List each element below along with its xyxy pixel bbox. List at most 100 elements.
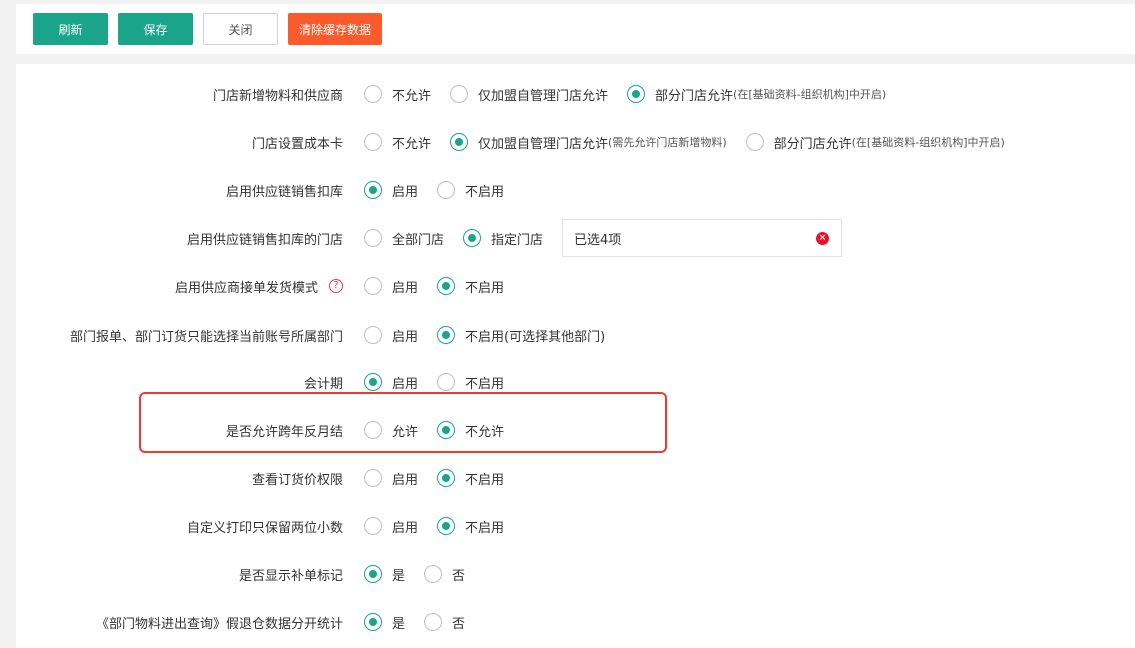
radio-unchecked-icon[interactable]: [450, 85, 469, 103]
radio-unchecked-icon[interactable]: [364, 469, 382, 487]
radio-group: 不允许 仅加盟自管理门店允许 部分门店允许 (在[基础资料-组织机构]中开启): [364, 85, 905, 104]
radio-option[interactable]: 允许: [364, 421, 418, 440]
radio-option[interactable]: 不启用: [437, 181, 504, 200]
radio-checked-icon[interactable]: [364, 613, 382, 631]
radio-option[interactable]: 启用: [364, 517, 418, 536]
setting-row: 门店新增物料和供应商 不允许 仅加盟自管理门店允许 部分门店允许 (在[基础资料-组织机…: [16, 70, 1135, 118]
clear-cache-button[interactable]: 清除缓存数据: [288, 13, 382, 45]
setting-row: 《部门物料进出查询》假退仓数据分开统计 是 否: [16, 598, 1135, 646]
radio-option[interactable]: 是: [364, 613, 405, 632]
radio-option[interactable]: 全部门店: [364, 229, 444, 248]
radio-option[interactable]: 不允许: [364, 85, 431, 104]
setting-label: 门店设置成本卡: [16, 133, 343, 152]
radio-unchecked-icon[interactable]: [364, 421, 382, 439]
radio-option[interactable]: 不启用: [437, 277, 504, 296]
radio-option-label: 部分门店允许: [655, 88, 734, 104]
radio-option-note: (在[基础资料-组织机构]中开启): [733, 88, 887, 101]
radio-group: 全部门店 指定门店 已选4项 ×: [364, 219, 843, 257]
radio-checked-icon[interactable]: [437, 517, 456, 535]
close-button[interactable]: 关闭: [203, 13, 278, 45]
radio-option-label: 否: [452, 568, 466, 584]
radio-unchecked-icon[interactable]: [424, 565, 443, 583]
help-question-icon[interactable]: ?: [329, 279, 343, 293]
radio-checked-icon[interactable]: [437, 326, 456, 344]
setting-label-text: 启用供应商接单发货模式: [174, 280, 318, 296]
radio-checked-icon[interactable]: [437, 421, 456, 439]
radio-option-label: 指定门店: [491, 232, 544, 248]
radio-checked-icon[interactable]: [437, 277, 456, 295]
radio-group: 启用 不启用: [364, 373, 523, 392]
setting-row: 自定义打印只保留两位小数 启用 不启用: [16, 502, 1135, 550]
radio-option[interactable]: 启用: [364, 469, 418, 488]
radio-option[interactable]: 是: [364, 565, 405, 584]
store-select-field[interactable]: 已选4项 ×: [562, 219, 843, 257]
radio-option[interactable]: 启用: [364, 373, 418, 392]
radio-option-label: 不允许: [392, 136, 432, 152]
setting-row: 部门报单、部门订货只能选择当前账号所属部门 启用 不启用(可选择其他部门): [16, 311, 1135, 359]
radio-option-label: 是: [392, 568, 406, 584]
radio-checked-icon[interactable]: [627, 85, 646, 103]
radio-unchecked-icon[interactable]: [364, 229, 382, 247]
radio-unchecked-icon[interactable]: [437, 181, 456, 199]
setting-label: 《部门物料进出查询》假退仓数据分开统计: [16, 613, 343, 632]
radio-unchecked-icon[interactable]: [437, 373, 456, 391]
radio-checked-icon[interactable]: [463, 229, 482, 247]
radio-unchecked-icon[interactable]: [364, 277, 382, 295]
setting-label-text: 自定义打印只保留两位小数: [186, 520, 343, 536]
radio-option[interactable]: 否: [424, 565, 465, 584]
radio-unchecked-icon[interactable]: [364, 517, 382, 535]
setting-label-text: 启用供应链销售扣库: [225, 184, 343, 200]
radio-unchecked-icon[interactable]: [364, 326, 382, 344]
radio-group: 启用 不启用: [364, 517, 523, 536]
radio-option[interactable]: 指定门店: [463, 229, 543, 248]
setting-row: 启用供应链销售扣库的门店 全部门店 指定门店 已选4项 ×: [16, 214, 1135, 262]
radio-group: 是否: [364, 565, 484, 584]
radio-option-label: 全部门店: [392, 232, 445, 248]
radio-checked-icon[interactable]: [450, 133, 469, 151]
radio-checked-icon[interactable]: [437, 469, 456, 487]
radio-option-label: 启用: [392, 472, 419, 488]
radio-option[interactable]: 不启用: [437, 469, 504, 488]
radio-unchecked-icon[interactable]: [364, 85, 382, 103]
radio-option[interactable]: 启用: [364, 181, 418, 200]
radio-option[interactable]: 仅加盟自管理门店允许: [450, 85, 608, 104]
setting-label-text: 是否显示补单标记: [238, 568, 343, 584]
radio-option-label: 不允许: [392, 88, 432, 104]
radio-option[interactable]: 不启用: [437, 517, 504, 536]
radio-option[interactable]: 部分门店允许 (在[基础资料-组织机构]中开启): [627, 85, 886, 104]
radio-group: 启用 不启用: [364, 469, 523, 488]
setting-row: 查看订货价权限 启用 不启用: [16, 454, 1135, 502]
setting-label-text: 《部门物料进出查询》假退仓数据分开统计: [95, 616, 343, 632]
radio-group: 允许 不允许: [364, 421, 523, 440]
clear-selection-icon[interactable]: ×: [816, 231, 830, 245]
radio-option[interactable]: 部分门店允许 (在[基础资料-组织机构]中开启): [745, 133, 1005, 152]
radio-option[interactable]: 启用: [364, 326, 418, 345]
radio-option-label: 不启用: [465, 184, 505, 200]
radio-option-label: 仅加盟自管理门店允许: [478, 136, 609, 152]
radio-unchecked-icon[interactable]: [364, 133, 382, 151]
refresh-button[interactable]: 刷新: [33, 13, 108, 45]
radio-option-label: 不启用: [465, 520, 505, 536]
radio-option[interactable]: 不启用: [437, 373, 504, 392]
radio-option[interactable]: 不允许: [364, 133, 431, 152]
radio-unchecked-icon[interactable]: [745, 133, 764, 151]
radio-option[interactable]: 仅加盟自管理门店允许 (需先允许门店新增物料): [450, 133, 727, 152]
setting-row: 会计期 启用 不启用: [16, 358, 1135, 406]
radio-option[interactable]: 不启用(可选择其他部门): [437, 326, 605, 345]
save-button[interactable]: 保存: [118, 13, 193, 45]
setting-row: 是否允许跨年反月结 允许 不允许: [16, 406, 1135, 454]
radio-option-label: 部分门店允许: [773, 136, 852, 152]
radio-option[interactable]: 启用: [364, 277, 418, 296]
radio-option[interactable]: 否: [424, 613, 465, 632]
radio-option-note: (在[基础资料-组织机构]中开启): [851, 136, 1005, 149]
radio-option-label: 否: [452, 616, 466, 632]
setting-label-text: 启用供应链销售扣库的门店: [186, 232, 343, 248]
radio-option-label: 不启用: [465, 376, 505, 392]
radio-group: 不允许 仅加盟自管理门店允许 (需先允许门店新增物料) 部分门店允许 (在[基础资料-组…: [364, 133, 1024, 152]
radio-unchecked-icon[interactable]: [424, 613, 443, 631]
radio-checked-icon[interactable]: [364, 181, 382, 199]
radio-option-label: 启用: [392, 280, 419, 296]
radio-option[interactable]: 不允许: [437, 421, 504, 440]
radio-checked-icon[interactable]: [364, 373, 382, 391]
radio-checked-icon[interactable]: [364, 565, 382, 583]
